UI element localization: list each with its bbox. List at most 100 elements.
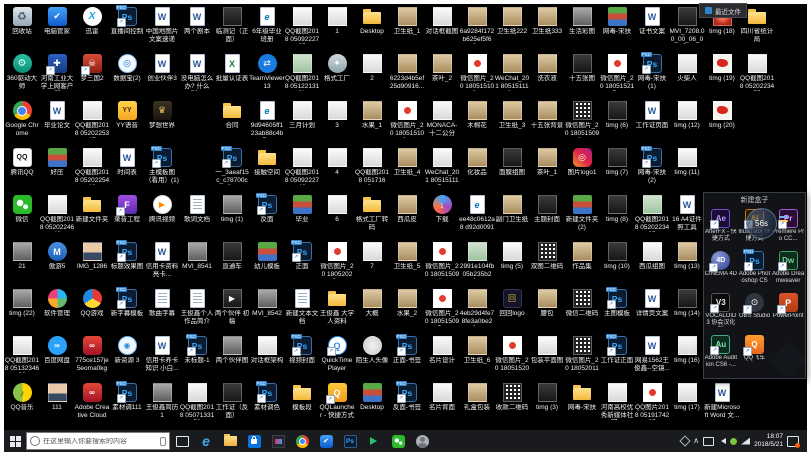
acceleration-ball[interactable]: 56s <box>746 208 777 239</box>
desktop-icon[interactable]: QQ截图2018 0520225446 <box>74 147 110 185</box>
desktop-icon[interactable]: timg (5) <box>494 241 530 271</box>
taskbar-photoshop-button[interactable]: Ps <box>338 430 362 452</box>
desktop-icon[interactable]: 河南高校优秀新媒体社团... <box>599 382 635 420</box>
desktop-icon[interactable]: ✚↗河南工业大学上网客户端 <box>39 53 75 91</box>
desktop-icon[interactable]: W中国地图片 文案速递 <box>144 6 180 43</box>
desktop-icon[interactable]: Q↗QQLauncher - 快捷方式 <box>319 382 355 419</box>
desktop-icon[interactable]: ∞百度网盘 <box>39 335 75 365</box>
desktop-icon[interactable]: 腰包 <box>529 288 565 318</box>
desktop-icon[interactable]: W证书文案 <box>634 6 670 36</box>
desktop-icon[interactable]: QQ截图2018 0509222705 <box>284 6 320 44</box>
desktop-icon[interactable]: timg (16) <box>669 335 705 365</box>
desktop-icon[interactable]: PsPSD↗直播间控制 <box>109 6 145 36</box>
panel-icon[interactable]: Q↗QQ飞车 <box>738 332 772 374</box>
desktop-icon[interactable]: timg (12) <box>669 100 705 130</box>
desktop-icon[interactable]: 微信二维码 <box>564 288 600 318</box>
desktop-icon[interactable]: timg (1) <box>214 194 250 224</box>
desktop-icon[interactable]: Google Chrome <box>4 100 40 137</box>
desktop-icon[interactable]: PsPSD↗主模板图（看用）(1) <box>144 147 180 184</box>
desktop-icon[interactable]: W16 A4证件照工具 <box>669 194 705 231</box>
tray-hardware-icon[interactable] <box>680 435 691 446</box>
desktop-icon[interactable]: 网毒-宋扶 <box>599 6 635 36</box>
desktop-icon[interactable]: QQ截图2018 0520223425 <box>634 194 670 232</box>
desktop-icon[interactable]: 面膜组图 <box>494 147 530 177</box>
desktop-icon[interactable]: 陌生人头像 <box>354 335 390 365</box>
desktop-icon[interactable]: 王俊鑫个人作品简介 <box>179 288 215 325</box>
taskbar-chrome-button[interactable] <box>290 430 314 452</box>
desktop-icon[interactable]: 十五张背景 <box>529 100 565 130</box>
panel-icon[interactable]: PsPSD↗Adobe Photoshop CS6... <box>738 248 772 290</box>
desktop-icon[interactable]: 收款二维码 <box>494 382 530 412</box>
desktop-icon[interactable]: 水果_1 <box>354 100 390 130</box>
desktop-icon[interactable]: timg (22) <box>4 288 40 318</box>
desktop-icon[interactable]: 十五张图 <box>564 53 600 83</box>
taskbar-store-button[interactable] <box>242 430 266 452</box>
desktop-icon[interactable]: PsPSD↗一_3aeaf15c_c78700c8... <box>214 147 250 185</box>
desktop-icon[interactable]: timg (19) <box>704 53 740 83</box>
desktop-icon[interactable]: Desktop <box>354 382 390 412</box>
desktop-icon[interactable]: IMG_1286 <box>74 241 110 271</box>
desktop-icon[interactable]: ♛梦想世界 <box>144 100 180 130</box>
desktop-icon[interactable]: 网毒-宋扶 <box>564 382 600 412</box>
desktop-icon[interactable]: 微信图片_20 180515215... <box>599 53 635 91</box>
desktop-icon[interactable]: 3 <box>319 100 355 130</box>
taskbar-contacts-button[interactable] <box>410 430 434 452</box>
search-input[interactable] <box>43 438 157 445</box>
desktop[interactable]: ♻回收站✔电脑管家X迅雷PsPSD↗直播间控制W中国地图片 文案速递W两个剧本临… <box>4 4 807 430</box>
desktop-icon[interactable]: W信用卡养卡知识 小白... <box>144 335 180 372</box>
panel-icon[interactable]: 4D↗CINEMA 4D <box>704 248 738 290</box>
desktop-icon[interactable]: ∞775ce157je 5eoma0kgs... <box>74 335 110 373</box>
desktop-icon[interactable]: 回回回logo <box>494 288 530 318</box>
desktop-icon[interactable]: PsPSD↗反面-书签 <box>389 382 425 412</box>
desktop-icon[interactable]: QQ截图2018 0520224642 <box>39 194 75 232</box>
desktop-icon[interactable]: MVI_8542 <box>249 288 285 318</box>
volume-icon[interactable] <box>718 438 726 444</box>
desktop-icon[interactable]: 卫生纸_1 <box>389 6 425 36</box>
desktop-icon[interactable]: 西瓜皮 <box>389 194 425 224</box>
desktop-icon[interactable]: W创业伙伴3 <box>144 53 180 83</box>
action-center-icon[interactable] <box>787 436 799 447</box>
desktop-icon[interactable]: timg (14) <box>669 288 705 318</box>
desktop-icon[interactable]: ▶两个伙伴 初稿 <box>214 288 250 325</box>
desktop-icon[interactable]: eee48c0612a8 d92d00914... <box>459 194 495 232</box>
desktop-icon[interactable]: W详情页文案 <box>634 288 670 318</box>
desktop-icon[interactable]: ♪QQ音乐 <box>4 382 40 412</box>
desktop-icon[interactable]: 歌词文档 <box>179 194 215 224</box>
desktop-icon[interactable]: timg (8) <box>599 194 635 224</box>
desktop-icon[interactable]: YYYY语音 <box>109 100 145 130</box>
desktop-icon[interactable]: 模板段 <box>284 382 320 412</box>
desktop-icon[interactable]: 格式工厂转码 <box>354 194 390 231</box>
desktop-icon[interactable]: 卫生纸333 <box>529 6 565 36</box>
desktop-icon[interactable]: W没电脑怎么办? 什么时... <box>179 53 215 91</box>
desktop-icon[interactable]: timg (6) <box>599 100 635 130</box>
desktop-icon[interactable]: PsPSD↗新字幕模板 <box>109 288 145 318</box>
desktop-icon[interactable]: 微信图片_20 180515102... <box>459 53 495 91</box>
clock[interactable]: 18:07 2018/5/21 <box>754 433 783 449</box>
desktop-icon[interactable]: QQ截图2018 0520223455 <box>739 53 775 91</box>
desktop-icon[interactable]: timg (13) <box>669 241 705 271</box>
desktop-icon[interactable]: e9d94605ff1 23ab88c4b7... <box>249 100 285 138</box>
desktop-icon[interactable]: 火柴人 <box>669 53 705 83</box>
desktop-icon[interactable]: 对话框截图 <box>424 6 460 36</box>
desktop-icon[interactable]: QQ截图2018 0512213131 <box>284 53 320 91</box>
taskbar-task-view-button[interactable] <box>170 430 194 452</box>
desktop-icon[interactable]: 作品集 <box>564 241 600 271</box>
desktop-icon[interactable]: 新建文本文档 <box>284 288 320 325</box>
desktop-icon[interactable]: Desktop <box>354 6 390 36</box>
desktop-icon[interactable]: QQ截图2018 0509222746 <box>284 147 320 185</box>
panel-icon[interactable]: V3↗VOCALOID3 协会汉化版 <box>704 290 738 332</box>
desktop-icon[interactable]: timg (17) <box>669 382 705 412</box>
desktop-icon[interactable]: ◎图片logo1 <box>564 147 600 177</box>
desktop-icon[interactable]: 好压 <box>39 147 75 177</box>
desktop-icon[interactable]: PsPSD↗工作证正面 <box>599 335 635 365</box>
taskbar-dark-app-button[interactable] <box>266 430 290 452</box>
safety-status-icon[interactable] <box>730 438 737 445</box>
desktop-icon[interactable]: 三月计划 <box>284 100 320 130</box>
desktop-icon[interactable]: 卫生纸_6 <box>459 335 495 365</box>
desktop-icon[interactable]: 6223d4b5ef 25d90916... <box>389 53 425 90</box>
desktop-icon[interactable]: 微信图片_20 180515201... <box>494 335 530 373</box>
taskbar-file-explorer-button[interactable] <box>218 430 242 452</box>
desktop-icon[interactable]: 工作证（反面） <box>214 382 250 419</box>
desktop-icon[interactable]: QQ截图2018 0520225317 <box>74 100 110 138</box>
desktop-icon[interactable]: 卫生纸_3 <box>494 100 530 130</box>
